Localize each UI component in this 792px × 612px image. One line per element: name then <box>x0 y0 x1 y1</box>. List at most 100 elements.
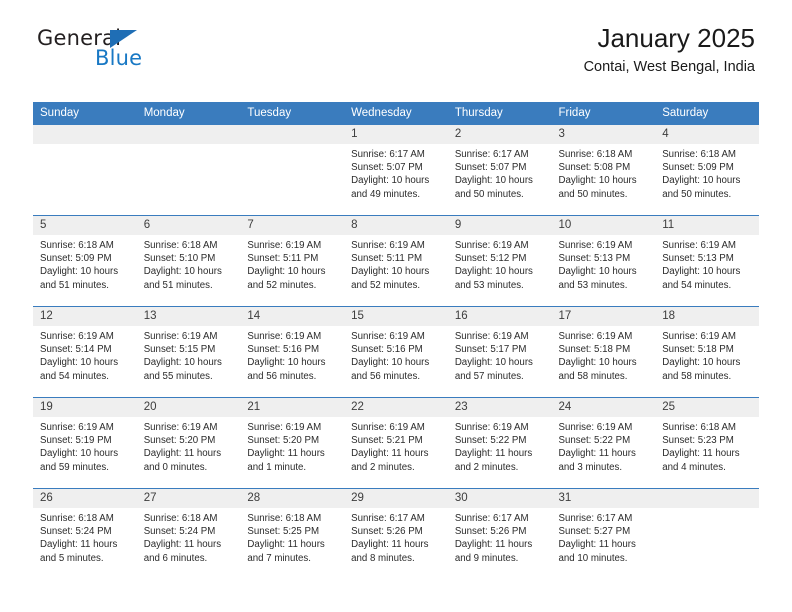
calendar-day-cell[interactable]: 30 Sunrise: 6:17 AM Sunset: 5:26 PM Dayligh… <box>447 488 552 579</box>
day-number: 30 <box>447 489 552 508</box>
day-number: 12 <box>33 307 137 326</box>
calendar-day-cell[interactable] <box>33 124 137 216</box>
day-number: 29 <box>344 489 448 508</box>
calendar-day-cell[interactable]: 12 Sunrise: 6:19 AM Sunset: 5:14 PM Dayligh… <box>33 306 137 398</box>
calendar-week-row: 19 Sunrise: 6:19 AM Sunset: 5:19 PM Dayligh… <box>33 397 759 489</box>
daylight-text-line2: and 54 minutes. <box>662 279 732 291</box>
daylight-text-line2: and 50 minutes. <box>662 188 732 200</box>
day-details: Sunrise: 6:19 AM Sunset: 5:22 PM Daylight:… <box>552 417 656 474</box>
daylight-text-line1: Daylight: 10 hours <box>558 266 637 278</box>
calendar-day-cell[interactable]: 27 Sunrise: 6:18 AM Sunset: 5:24 PM Dayligh… <box>136 488 241 579</box>
sunrise-text: Sunrise: 6:19 AM <box>454 240 529 251</box>
day-number: 13 <box>136 307 241 326</box>
sunset-text: Sunset: 5:25 PM <box>247 526 320 538</box>
daylight-text-line1: Daylight: 11 hours <box>558 539 636 551</box>
daylight-text-line2: and 53 minutes. <box>454 279 524 291</box>
calendar-day-cell[interactable]: 25 Sunrise: 6:18 AM Sunset: 5:23 PM Dayligh… <box>655 397 759 489</box>
sunset-text: Sunset: 5:24 PM <box>143 526 216 538</box>
sunrise-text: Sunrise: 6:19 AM <box>558 331 633 342</box>
day-details: Sunrise: 6:19 AM Sunset: 5:16 PM Daylight:… <box>344 326 448 383</box>
calendar-day-cell[interactable]: 10 Sunrise: 6:19 AM Sunset: 5:13 PM Dayligh… <box>551 215 656 307</box>
sunrise-text: Sunrise: 6:19 AM <box>351 240 425 251</box>
sunset-text: Sunset: 5:18 PM <box>558 344 631 356</box>
day-details: Sunrise: 6:18 AM Sunset: 5:09 PM Daylight:… <box>655 144 759 201</box>
calendar-day-cell[interactable]: 22 Sunrise: 6:19 AM Sunset: 5:21 PM Dayligh… <box>344 397 448 489</box>
day-details: Sunrise: 6:18 AM Sunset: 5:24 PM Daylight:… <box>33 508 137 565</box>
day-number: 7 <box>240 216 345 235</box>
daylight-text-line1: Daylight: 10 hours <box>247 357 326 369</box>
calendar-day-cell[interactable]: 1 Sunrise: 6:17 AM Sunset: 5:07 PM Daylight… <box>344 124 448 216</box>
daylight-text-line1: Daylight: 11 hours <box>662 448 740 460</box>
calendar-day-cell[interactable]: 13 Sunrise: 6:19 AM Sunset: 5:15 PM Dayligh… <box>136 306 241 398</box>
day-details: Sunrise: 6:19 AM Sunset: 5:17 PM Daylight:… <box>448 326 552 383</box>
daylight-text-line2: and 54 minutes. <box>40 370 109 382</box>
sunrise-text: Sunrise: 6:17 AM <box>454 513 529 524</box>
calendar-day-cell[interactable]: 15 Sunrise: 6:19 AM Sunset: 5:16 PM Dayligh… <box>344 306 448 398</box>
daylight-text-line1: Daylight: 10 hours <box>351 357 430 369</box>
sunrise-text: Sunrise: 6:18 AM <box>247 513 322 524</box>
calendar-day-cell[interactable]: 18 Sunrise: 6:19 AM Sunset: 5:18 PM Dayligh… <box>655 306 759 398</box>
day-number: 5 <box>33 216 137 235</box>
calendar-day-cell[interactable]: 4 Sunrise: 6:18 AM Sunset: 5:09 PM Daylight… <box>655 124 759 216</box>
calendar-day-cell[interactable]: 21 Sunrise: 6:19 AM Sunset: 5:20 PM Dayligh… <box>240 397 345 489</box>
day-number: 9 <box>447 216 552 235</box>
sunset-text: Sunset: 5:11 PM <box>247 253 319 265</box>
day-number: 3 <box>551 125 656 144</box>
calendar-day-cell[interactable]: 20 Sunrise: 6:19 AM Sunset: 5:20 PM Dayligh… <box>136 397 241 489</box>
daylight-text-line1: Daylight: 11 hours <box>247 539 325 551</box>
page-header: General Blue January 2025 Contai, West B… <box>33 0 759 75</box>
day-number: 14 <box>240 307 345 326</box>
daylight-text-line2: and 3 minutes. <box>558 461 623 473</box>
calendar-week-row: 12 Sunrise: 6:19 AM Sunset: 5:14 PM Dayligh… <box>33 306 759 398</box>
daylight-text-line1: Daylight: 11 hours <box>143 539 222 551</box>
day-details: Sunrise: 6:19 AM Sunset: 5:15 PM Daylight:… <box>137 326 241 383</box>
daylight-text-line2: and 50 minutes. <box>454 188 524 200</box>
calendar-day-cell[interactable]: 29 Sunrise: 6:17 AM Sunset: 5:26 PM Dayligh… <box>344 488 448 579</box>
calendar-day-cell[interactable]: 5 Sunrise: 6:18 AM Sunset: 5:09 PM Daylight… <box>33 215 137 307</box>
daylight-text-line2: and 57 minutes. <box>454 370 524 382</box>
sunset-text: Sunset: 5:09 PM <box>40 253 112 265</box>
page-title: January 2025 <box>597 23 755 53</box>
calendar-day-cell[interactable]: 28 Sunrise: 6:18 AM Sunset: 5:25 PM Dayligh… <box>240 488 345 579</box>
day-details: Sunrise: 6:17 AM Sunset: 5:26 PM Daylight:… <box>448 508 552 565</box>
day-details: Sunrise: 6:18 AM Sunset: 5:25 PM Daylight:… <box>240 508 344 565</box>
calendar-day-cell[interactable]: 7 Sunrise: 6:19 AM Sunset: 5:11 PM Daylight… <box>240 215 345 307</box>
sunset-text: Sunset: 5:16 PM <box>247 344 320 356</box>
daylight-text-line2: and 53 minutes. <box>558 279 628 291</box>
day-number: 22 <box>344 398 448 417</box>
daylight-text-line1: Daylight: 10 hours <box>351 175 430 187</box>
calendar-day-cell[interactable]: 6 Sunrise: 6:18 AM Sunset: 5:10 PM Daylight… <box>136 215 241 307</box>
calendar-day-cell[interactable] <box>240 124 345 216</box>
calendar-day-cell[interactable]: 16 Sunrise: 6:19 AM Sunset: 5:17 PM Dayligh… <box>447 306 552 398</box>
sunrise-text: Sunrise: 6:19 AM <box>247 240 322 251</box>
calendar-day-cell[interactable]: 24 Sunrise: 6:19 AM Sunset: 5:22 PM Dayligh… <box>551 397 656 489</box>
day-number: 28 <box>240 489 345 508</box>
daylight-text-line2: and 1 minute. <box>247 461 307 473</box>
calendar-day-cell[interactable] <box>136 124 241 216</box>
sunset-text: Sunset: 5:08 PM <box>558 162 631 174</box>
weekday-header-tuesday: Tuesday <box>240 102 345 125</box>
day-number: 16 <box>447 307 552 326</box>
calendar-day-cell[interactable]: 14 Sunrise: 6:19 AM Sunset: 5:16 PM Dayligh… <box>240 306 345 398</box>
calendar-day-cell[interactable]: 19 Sunrise: 6:19 AM Sunset: 5:19 PM Dayligh… <box>33 397 137 489</box>
day-number: 15 <box>344 307 448 326</box>
calendar-day-cell[interactable]: 26 Sunrise: 6:18 AM Sunset: 5:24 PM Dayligh… <box>33 488 137 579</box>
calendar-day-cell[interactable]: 9 Sunrise: 6:19 AM Sunset: 5:12 PM Daylight… <box>447 215 552 307</box>
day-number <box>33 125 137 144</box>
calendar-day-cell[interactable]: 17 Sunrise: 6:19 AM Sunset: 5:18 PM Dayligh… <box>551 306 656 398</box>
calendar-day-cell[interactable]: 23 Sunrise: 6:19 AM Sunset: 5:22 PM Dayligh… <box>447 397 552 489</box>
calendar-day-cell[interactable]: 11 Sunrise: 6:19 AM Sunset: 5:13 PM Dayligh… <box>655 215 759 307</box>
calendar-day-cell[interactable]: 3 Sunrise: 6:18 AM Sunset: 5:08 PM Daylight… <box>551 124 656 216</box>
daylight-text-line1: Daylight: 10 hours <box>143 266 222 278</box>
calendar-day-cell[interactable] <box>655 488 759 579</box>
general-blue-logo[interactable]: General Blue <box>37 26 237 74</box>
sunrise-text: Sunrise: 6:17 AM <box>454 149 529 160</box>
daylight-text-line2: and 58 minutes. <box>662 370 732 382</box>
calendar-day-cell[interactable]: 2 Sunrise: 6:17 AM Sunset: 5:07 PM Daylight… <box>447 124 552 216</box>
calendar-day-cell[interactable]: 31 Sunrise: 6:17 AM Sunset: 5:27 PM Dayligh… <box>551 488 656 579</box>
day-details: Sunrise: 6:17 AM Sunset: 5:07 PM Daylight:… <box>344 144 448 201</box>
page-subtitle: Contai, West Bengal, India <box>583 58 755 75</box>
daylight-text-line1: Daylight: 10 hours <box>143 357 222 369</box>
calendar-day-cell[interactable]: 8 Sunrise: 6:19 AM Sunset: 5:11 PM Daylight… <box>344 215 448 307</box>
daylight-text-line1: Daylight: 11 hours <box>454 448 533 460</box>
